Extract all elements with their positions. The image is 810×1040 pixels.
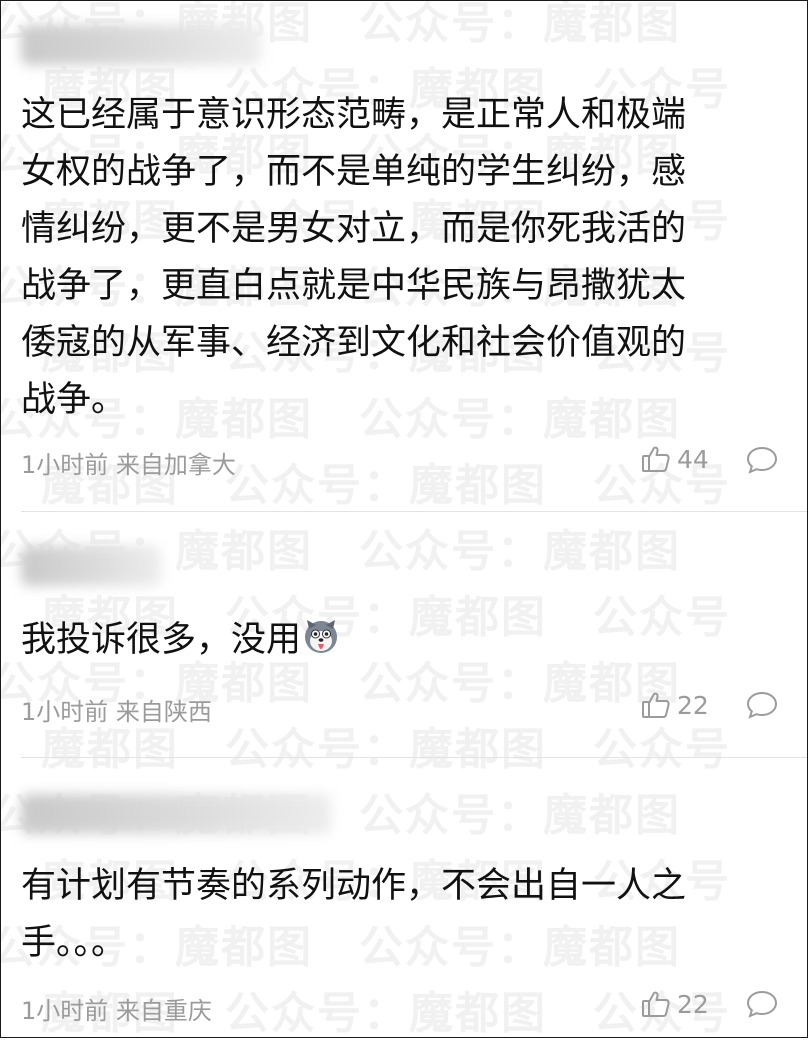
blurred-username bbox=[21, 25, 261, 65]
comment-meta: 1小时前 来自加拿大 bbox=[21, 451, 236, 479]
like-count: 44 bbox=[677, 444, 709, 474]
comment-line: 情纠纷，更不是男女对立，而是你死我活的 bbox=[21, 209, 687, 249]
comment-line: 这已经属于意识形态范畴，是正常人和极端 bbox=[21, 95, 687, 135]
blurred-username bbox=[21, 794, 331, 834]
like-button[interactable]: 22 bbox=[641, 690, 709, 720]
thumbs-up-icon bbox=[642, 692, 670, 718]
thumbs-up-icon bbox=[642, 991, 670, 1017]
comment-line: 我投诉很多，没用 bbox=[21, 620, 302, 660]
comment-list: 公众号：魔都图 公众号：魔都图 魔都图 公众号：魔都图 公众号 公众号：魔都图 … bbox=[0, 0, 808, 1038]
comment-bubble-icon[interactable] bbox=[745, 989, 779, 1019]
comment-item: 有计划有节奏的系列动作，不会出自一人之 手。。。 1小时前 来自重庆 22 bbox=[1, 758, 807, 1037]
comment-line: 女权的战争了，而不是单纯的学生纠纷，感 bbox=[21, 152, 687, 192]
comment-line: 倭寇的从军事、经济到文化和社会价值观的 bbox=[21, 323, 687, 363]
comment-bubble-icon[interactable] bbox=[745, 690, 779, 720]
blurred-username bbox=[21, 546, 161, 586]
comment-text: 这已经属于意识形态范畴，是正常人和极端 女权的战争了，而不是单纯的学生纠纷，感 … bbox=[21, 87, 791, 429]
comment-bubble-icon[interactable] bbox=[745, 445, 779, 475]
comment-line: 战争了，更直白点就是中华民族与昂撒犹太 bbox=[21, 266, 687, 306]
like-button[interactable]: 22 bbox=[641, 989, 709, 1019]
comment-line: 有计划有节奏的系列动作，不会出自一人之 bbox=[21, 866, 687, 906]
comment-text: 我投诉很多，没用 bbox=[21, 612, 791, 669]
husky-emoji bbox=[305, 620, 338, 653]
comment-line: 手。。。 bbox=[21, 923, 127, 963]
comment-meta: 1小时前 来自陕西 bbox=[21, 698, 212, 726]
comment-text: 有计划有节奏的系列动作，不会出自一人之 手。。。 bbox=[21, 858, 791, 972]
comment-item: 我投诉很多，没用 1小时前 来自陕西 22 bbox=[1, 512, 807, 757]
like-button[interactable]: 44 bbox=[641, 444, 709, 474]
comment-item: 这已经属于意识形态范畴，是正常人和极端 女权的战争了，而不是单纯的学生纠纷，感 … bbox=[1, 1, 807, 511]
like-count: 22 bbox=[677, 690, 709, 720]
thumbs-up-icon bbox=[642, 446, 670, 472]
comment-line: 战争。 bbox=[21, 380, 127, 420]
like-count: 22 bbox=[677, 989, 709, 1019]
comment-meta: 1小时前 来自重庆 bbox=[21, 997, 212, 1025]
